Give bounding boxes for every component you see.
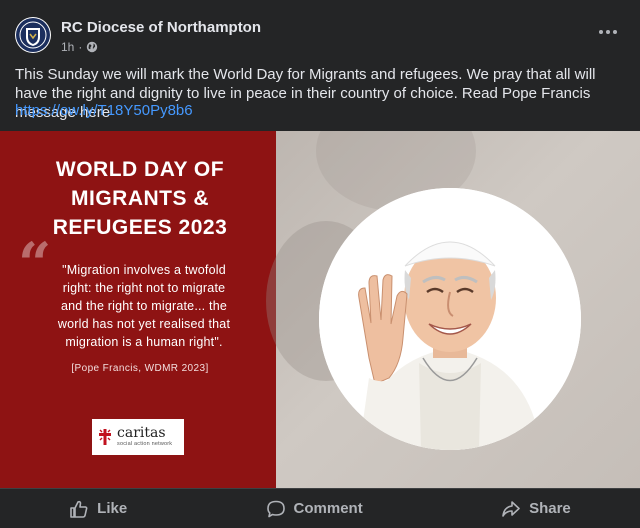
post-time[interactable]: 1h xyxy=(61,40,74,54)
pope-photo-illustration xyxy=(319,188,581,450)
caritas-logo: caritas social action network xyxy=(92,419,184,455)
caritas-name: caritas xyxy=(117,425,166,442)
page-avatar[interactable] xyxy=(15,17,51,53)
image-red-panel: WORLD DAY OF MIGRANTS & REFUGEES 2023 “ … xyxy=(0,131,276,488)
comment-bubble-icon xyxy=(266,500,285,517)
caritas-cross-icon xyxy=(99,429,111,445)
share-arrow-icon xyxy=(502,500,520,517)
comment-button[interactable]: Comment xyxy=(246,493,383,525)
post-link[interactable]: https://ow.ly/T18Y50Py8b6 xyxy=(15,102,193,119)
share-label: Share xyxy=(529,500,571,517)
share-button[interactable]: Share xyxy=(481,493,591,525)
caritas-subtitle: social action network xyxy=(117,441,173,448)
post-meta: 1h · xyxy=(61,40,98,54)
quote-attribution: [Pope Francis, WDMR 2023] xyxy=(71,363,209,374)
globe-icon xyxy=(87,41,98,53)
post-actions-bar: Like Comment Share xyxy=(0,488,640,528)
image-headline: WORLD DAY OF MIGRANTS & REFUGEES 2023 xyxy=(52,158,228,239)
comment-label: Comment xyxy=(293,500,363,517)
diocese-crest-icon xyxy=(16,18,50,52)
pope-portrait xyxy=(319,188,581,450)
like-label: Like xyxy=(97,500,128,517)
like-button[interactable]: Like xyxy=(49,493,147,525)
post-header: RC Diocese of Northampton 1h · xyxy=(0,0,640,64)
more-options-icon[interactable] xyxy=(594,22,622,42)
thumbs-up-icon xyxy=(70,500,88,518)
page-name-link[interactable]: RC Diocese of Northampton xyxy=(61,19,261,36)
image-quote: "Migration involves a twofold right: the… xyxy=(57,263,231,349)
post-image[interactable]: WORLD DAY OF MIGRANTS & REFUGEES 2023 “ … xyxy=(0,131,640,488)
